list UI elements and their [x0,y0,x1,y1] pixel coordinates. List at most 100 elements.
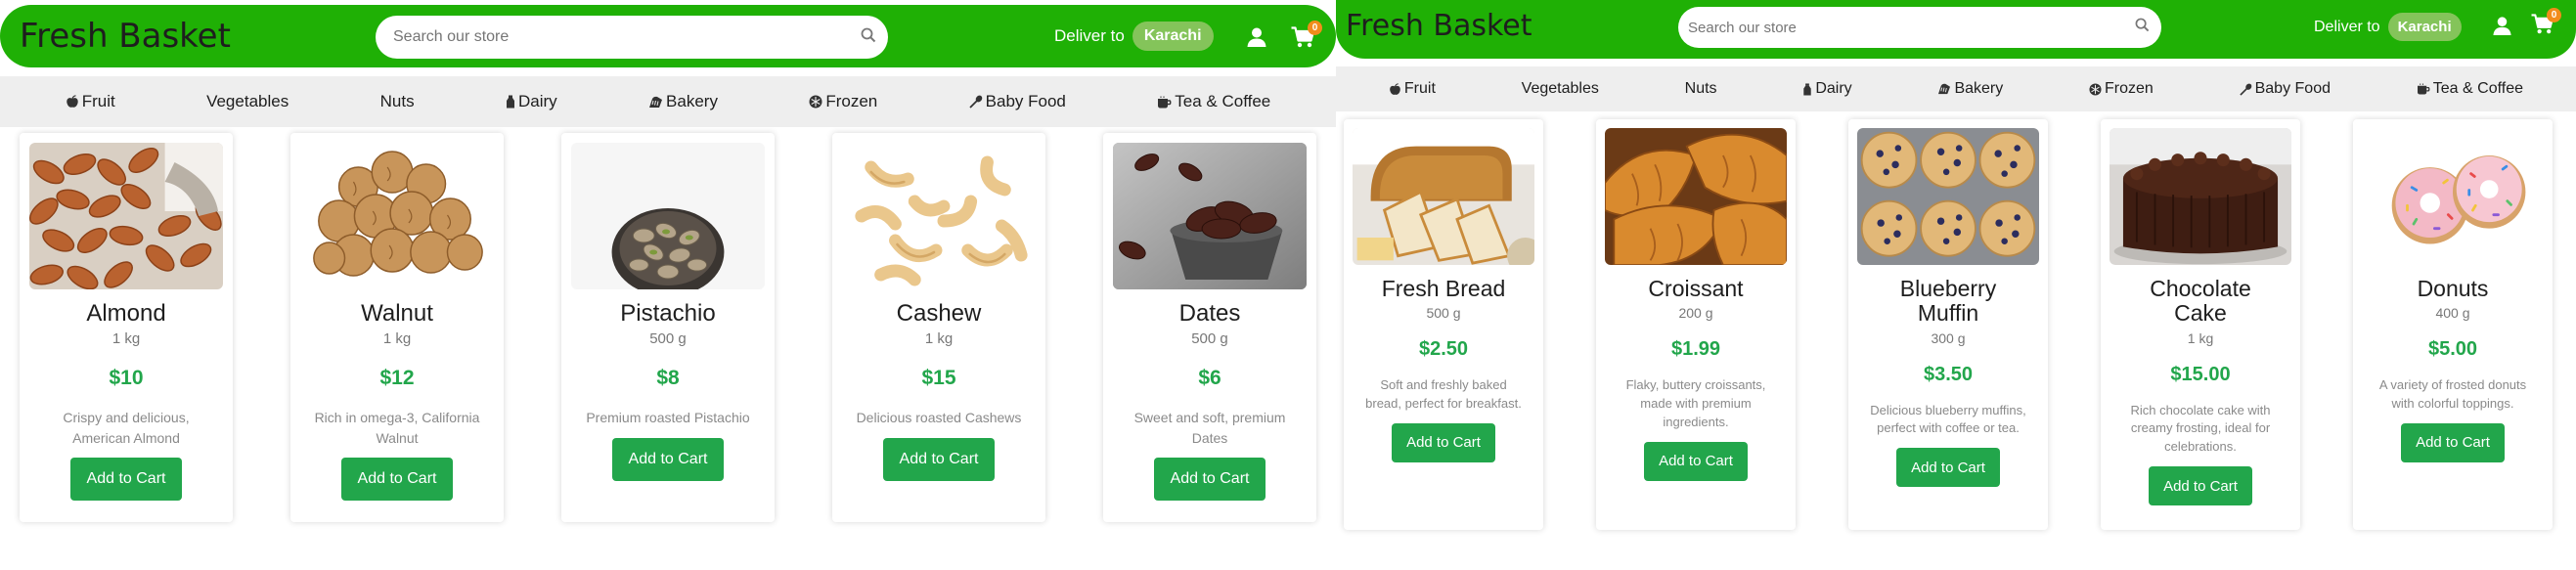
product-card-cashew: Cashew 1 kg $15 Delicious roasted Cashew… [832,133,1045,522]
category-dairy[interactable]: Dairy [506,92,557,111]
mug-icon [1157,96,1172,109]
product-name: Donuts [2417,276,2489,301]
product-name: Dates [1178,300,1241,327]
product-image-dates[interactable] [1113,143,1307,289]
spoon-icon [2239,83,2252,96]
search-button[interactable] [2122,8,2161,47]
category-label: Dairy [517,92,557,110]
product-description: Rich chocolate cake with creamy frosting… [2130,402,2271,455]
product-price: $15 [921,367,956,390]
product-image-pistachios[interactable] [571,143,765,289]
product-description: Sweet and soft, premium Dates [1133,410,1286,446]
product-price: $1.99 [1670,338,1721,361]
add-to-cart-button[interactable]: Add to Cart [883,437,995,481]
search-button[interactable] [849,18,888,57]
search-input[interactable] [1688,19,2122,36]
product-description: A variety of frosted donuts with colorfu… [2378,377,2527,412]
category-fruit[interactable]: Fruit [1389,80,1436,98]
category-vegetables[interactable]: Vegetables [206,92,289,111]
product-name: Croissant [1648,276,1744,301]
add-to-cart-button[interactable]: Add to Cart [2149,466,2252,506]
category-tea-coffee[interactable]: Tea & Coffee [1157,92,1270,111]
product-price: $12 [379,367,415,390]
category-label: Nuts [1684,80,1717,97]
cart-icon[interactable]: 0 [1291,21,1322,53]
category-dairy[interactable]: Dairy [1802,80,1852,98]
category-nuts[interactable]: Nuts [380,92,415,111]
bakery-page-view: Fresh Basket Deliver to Karachi 0 Fruit … [1336,0,2576,570]
user-icon[interactable] [1246,26,1267,53]
category-nav: Fruit Vegetables Nuts Dairy Bakery Froze… [0,76,1336,127]
bread-icon [1937,83,1951,95]
user-icon[interactable] [2492,16,2512,41]
category-bakery[interactable]: Bakery [1937,80,2003,98]
milk-bottle-icon [1802,82,1812,96]
category-label: Vegetables [206,92,289,110]
category-tea-coffee[interactable]: Tea & Coffee [2417,80,2523,98]
product-card-fresh-bread: Fresh Bread 500 g $2.50 Soft and freshly… [1344,119,1543,530]
product-image-muffins[interactable] [1857,128,2039,265]
add-to-cart-button[interactable]: Add to Cart [1392,422,1495,462]
city-selector[interactable]: Karachi [1132,22,1214,51]
snowflake-icon [809,95,822,109]
nuts-page-view: Fresh Basket Deliver to Karachi 0 Fruit … [0,0,1336,570]
search-input[interactable] [393,28,849,46]
product-image-walnuts[interactable] [300,143,494,289]
cart-icon[interactable]: 0 [2531,8,2561,39]
add-to-cart-button[interactable]: Add to Cart [1644,441,1748,481]
category-frozen[interactable]: Frozen [2089,80,2154,98]
product-image-donuts[interactable] [2362,128,2544,265]
add-to-cart-button[interactable]: Add to Cart [341,457,453,501]
product-card-pistachio: Pistachio 500 g $8 Premium roasted Pista… [561,133,775,522]
add-to-cart-button[interactable]: Add to Cart [1154,457,1266,501]
product-quantity: 500 g [649,330,687,348]
deliver-to: Deliver to Karachi [1054,22,1214,51]
product-quantity: 500 g [1191,330,1228,348]
category-baby-food[interactable]: Baby Food [2239,80,2331,98]
city-selector[interactable]: Karachi [2387,13,2462,41]
category-label: Frozen [2105,80,2154,97]
bread-icon [648,96,663,109]
product-quantity: 300 g [1931,329,1966,346]
category-label: Vegetables [1521,80,1599,97]
site-logo[interactable]: Fresh Basket [1346,9,1532,43]
category-baby-food[interactable]: Baby Food [969,92,1066,111]
category-label: Tea & Coffee [2432,80,2523,97]
product-quantity: 1 kg [382,330,412,348]
product-image-cashews[interactable] [842,143,1036,289]
product-description: Delicious blueberry muffins, perfect wit… [1870,402,2026,436]
product-price: $5.00 [2427,338,2478,361]
spoon-icon [969,95,983,109]
product-quantity: 1 kg [2187,329,2214,346]
site-header: Fresh Basket Deliver to Karachi 0 [1336,0,2576,59]
apple-icon [1389,82,1401,96]
product-card-blueberry-muffin: Blueberry Muffin 300 g $3.50 Delicious b… [1848,119,2048,530]
category-nuts[interactable]: Nuts [1685,80,1717,98]
add-to-cart-button[interactable]: Add to Cart [612,437,724,481]
product-name: Pistachio [620,300,716,327]
category-frozen[interactable]: Frozen [809,92,877,111]
category-bakery[interactable]: Bakery [648,92,718,111]
category-label: Fruit [1403,80,1436,97]
add-to-cart-button[interactable]: Add to Cart [2401,422,2505,462]
product-image-cake[interactable] [2110,128,2291,265]
category-vegetables[interactable]: Vegetables [1522,80,1599,98]
product-name: Almond [86,300,166,327]
product-image-croissants[interactable] [1605,128,1787,265]
category-label: Bakery [1954,80,2004,97]
category-label: Dairy [1815,80,1852,97]
product-price: $6 [1198,367,1221,390]
snowflake-icon [2089,82,2102,96]
deliver-to: Deliver to Karachi [2314,13,2462,41]
product-quantity: 1 kg [924,330,954,348]
product-image-bread[interactable] [1353,128,1534,265]
add-to-cart-button[interactable]: Add to Cart [70,457,182,501]
product-card-dates: Dates 500 g $6 Sweet and soft, premium D… [1103,133,1316,522]
product-description: Rich in omega-3, California Walnut [314,410,480,446]
product-price: $8 [656,367,680,390]
site-logo[interactable]: Fresh Basket [20,17,231,56]
add-to-cart-button[interactable]: Add to Cart [1896,448,2000,488]
category-fruit[interactable]: Fruit [66,92,115,111]
product-quantity: 200 g [1678,305,1713,322]
product-image-almonds[interactable] [29,143,223,289]
